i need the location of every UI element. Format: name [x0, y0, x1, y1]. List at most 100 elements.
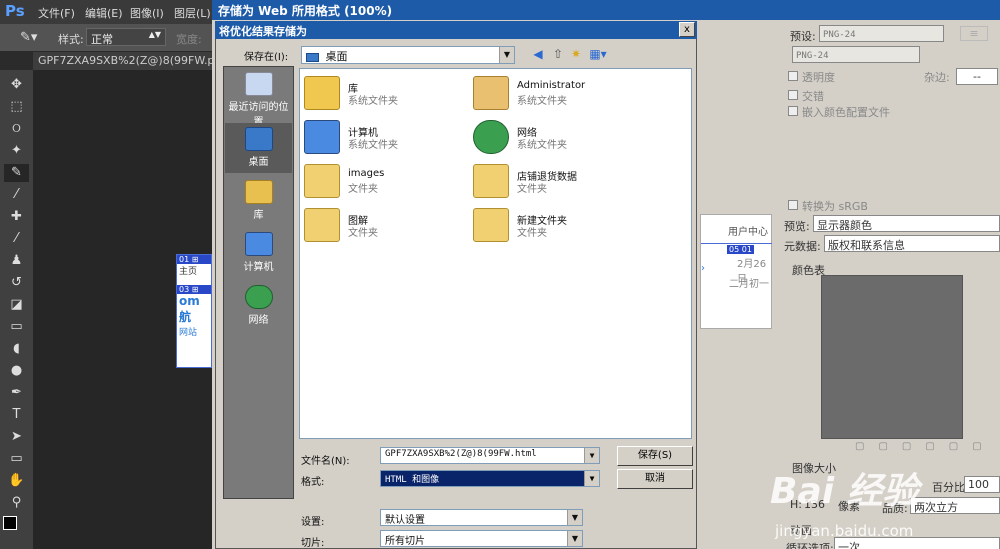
- place-computer[interactable]: 计算机: [225, 232, 292, 273]
- view-menu-icon[interactable]: ▦▾: [587, 46, 609, 63]
- file-type: 系统文件夹: [517, 140, 567, 151]
- type-tool-icon[interactable]: T: [4, 406, 29, 424]
- filename-input[interactable]: GPF7ZXA9SXB%2(Z@)8(99FW.html ▼: [380, 447, 600, 464]
- transparency-checkbox[interactable]: [788, 71, 798, 81]
- history-brush-icon[interactable]: ↺: [4, 274, 29, 292]
- dodge-tool-icon[interactable]: ●: [4, 362, 29, 380]
- slice-tool-icon[interactable]: ✎: [4, 164, 29, 182]
- slice-tag: 03 ⊞: [177, 285, 211, 294]
- settings-select[interactable]: 默认设置 ▼: [380, 509, 583, 526]
- menu-layer[interactable]: 图层(L): [174, 5, 211, 21]
- gradient-tool-icon[interactable]: ▭: [4, 318, 29, 336]
- optimized-preview: 用户中心 05 01 2月26日 二月初一 ›: [700, 214, 773, 329]
- menu-image[interactable]: 图像(I): [130, 5, 164, 21]
- new-folder-icon[interactable]: ✷: [567, 46, 585, 63]
- file-name: Administrator: [517, 80, 586, 91]
- menu-file[interactable]: 文件(F): [38, 5, 75, 21]
- computer-icon: [304, 120, 340, 154]
- photoshop-logo: Ps: [5, 2, 25, 20]
- foreground-color-swatch[interactable]: [3, 516, 17, 530]
- preview-label: 预览:: [784, 220, 810, 233]
- slices-select[interactable]: 所有切片 ▼: [380, 530, 583, 547]
- file-type: 文件夹: [348, 228, 378, 239]
- list-item[interactable]: 新建文件夹 文件夹: [473, 208, 653, 248]
- list-item[interactable]: 图解 文件夹: [304, 208, 484, 248]
- color-table-tools-icon[interactable]: ▢▢▢▢▢▢: [855, 441, 996, 452]
- quality-select[interactable]: 两次立方: [910, 497, 1000, 514]
- convert-srgb-label: 转换为 sRGB: [802, 200, 868, 213]
- preview-select[interactable]: 显示器颜色: [813, 215, 1000, 232]
- back-icon[interactable]: ◀: [529, 46, 547, 63]
- list-item[interactable]: 网络 系统文件夹: [473, 120, 653, 160]
- percent-field[interactable]: 100: [964, 476, 1000, 493]
- list-item[interactable]: 计算机 系统文件夹: [304, 120, 484, 160]
- list-item[interactable]: images 文件夹: [304, 164, 484, 204]
- settings-label: 设置:: [301, 517, 325, 528]
- brush-tool-icon[interactable]: ⁄: [4, 230, 29, 248]
- computer-icon: [244, 232, 273, 256]
- folder-icon: [304, 208, 340, 242]
- stamp-tool-icon[interactable]: ♟: [4, 252, 29, 270]
- pen-tool-icon[interactable]: ✒: [4, 384, 29, 402]
- cancel-button[interactable]: 取消: [617, 469, 693, 489]
- file-type: 系统文件夹: [348, 140, 398, 151]
- zoom-tool-icon[interactable]: ⚲: [4, 494, 29, 512]
- slice-preview: 01 ⊞ 主页 03 ⊞ om 航 网站: [176, 254, 212, 368]
- network-icon: [244, 285, 273, 309]
- marquee-tool-icon[interactable]: ✎▾: [20, 30, 37, 45]
- preset-select[interactable]: PNG-24: [819, 25, 944, 42]
- watermark-url: jingyan.baidu.com: [775, 522, 914, 540]
- matte-select[interactable]: --: [956, 68, 998, 85]
- blur-tool-icon[interactable]: ◖: [4, 340, 29, 358]
- shape-tool-icon[interactable]: ▭: [4, 450, 29, 468]
- recent-places-icon: [244, 72, 273, 96]
- place-label: 库: [253, 210, 264, 221]
- filename-label: 文件名(N):: [301, 456, 350, 467]
- place-recent[interactable]: 最近访问的位置: [225, 72, 292, 128]
- file-type: 系统文件夹: [348, 96, 398, 107]
- menu-edit[interactable]: 编辑(E): [85, 5, 123, 21]
- slice-text: om: [179, 294, 200, 308]
- embed-profile-label: 嵌入颜色配置文件: [802, 106, 890, 119]
- file-name: images: [348, 168, 385, 179]
- chevron-down-icon: ▼: [499, 47, 514, 63]
- list-item[interactable]: Administrator 系统文件夹: [473, 76, 653, 116]
- lasso-tool-icon[interactable]: ଠ: [4, 120, 29, 138]
- up-folder-icon[interactable]: ⇧: [549, 46, 567, 63]
- list-item[interactable]: 库 系统文件夹: [304, 76, 484, 116]
- interlaced-checkbox[interactable]: [788, 90, 798, 100]
- slice-tag: 05 01: [727, 245, 754, 254]
- marquee-tool-icon[interactable]: ⬚: [4, 98, 29, 116]
- embed-profile-checkbox[interactable]: [788, 106, 798, 116]
- metadata-select[interactable]: 版权和联系信息: [824, 235, 1000, 252]
- save-in-select[interactable]: 桌面 ▼: [301, 46, 515, 64]
- format-select[interactable]: HTML 和图像 ▼: [380, 470, 600, 487]
- path-select-icon[interactable]: ➤: [4, 428, 29, 446]
- folder-icon: [304, 164, 340, 198]
- format-select[interactable]: PNG-24: [792, 46, 920, 63]
- tools-panel: ✥ ⬚ ଠ ✦ ✎ ⁄ ✚ ⁄ ♟ ↺ ◪ ▭ ◖ ● ✒ T ➤ ▭ ✋ ⚲: [0, 70, 33, 549]
- list-item[interactable]: 店铺退货数据 文件夹: [473, 164, 653, 204]
- file-type: 文件夹: [517, 184, 547, 195]
- save-button[interactable]: 保存(S): [617, 446, 693, 466]
- convert-srgb-checkbox[interactable]: [788, 200, 798, 210]
- close-button[interactable]: x: [679, 22, 695, 37]
- style-select[interactable]: 正常 ▲▼: [86, 28, 166, 46]
- file-type: 文件夹: [348, 184, 378, 195]
- place-network[interactable]: 网络: [225, 285, 292, 326]
- place-label: 网络: [248, 315, 269, 326]
- eyedropper-icon[interactable]: ⁄: [4, 186, 29, 204]
- move-tool-icon[interactable]: ✥: [4, 76, 29, 94]
- preset-label: 预设:: [790, 30, 816, 43]
- menu-icon[interactable]: ≡: [960, 26, 988, 41]
- folder-icon: [473, 164, 509, 198]
- network-icon: [473, 120, 509, 154]
- healing-brush-icon[interactable]: ✚: [4, 208, 29, 226]
- magic-wand-icon[interactable]: ✦: [4, 142, 29, 160]
- eraser-tool-icon[interactable]: ◪: [4, 296, 29, 314]
- place-desktop[interactable]: 桌面: [225, 123, 292, 173]
- document-tab[interactable]: GPF7ZXA9SXB%2(Z@)8(99FW.png @: [33, 52, 213, 70]
- place-library[interactable]: 库: [225, 180, 292, 221]
- hand-tool-icon[interactable]: ✋: [4, 472, 29, 490]
- save-for-web-titlebar: 存储为 Web 所用格式 (100%): [212, 0, 1000, 20]
